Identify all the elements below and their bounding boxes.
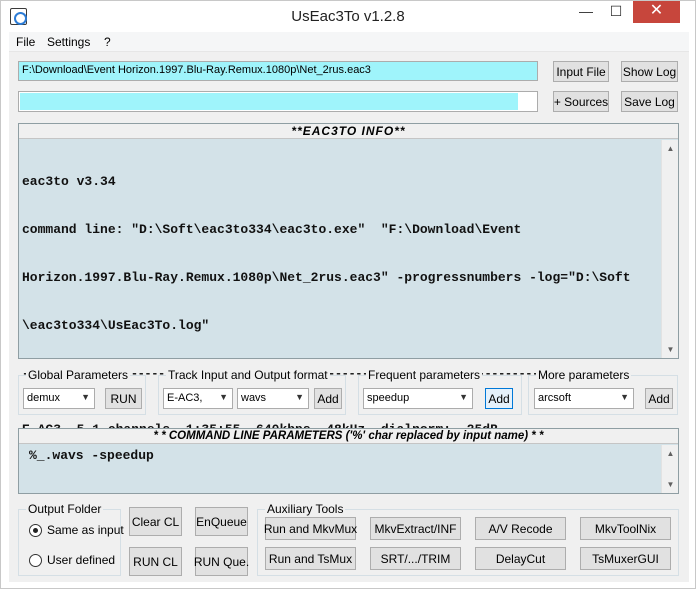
- sources-input[interactable]: [20, 93, 518, 110]
- title-bar[interactable]: UsEac3To v1.2.8 — ☐ ✕: [1, 1, 695, 32]
- minimize-button[interactable]: —: [571, 1, 601, 23]
- output-folder-group: Output Folder Same as input User defined: [18, 502, 124, 576]
- command-line-panel: * * COMMAND LINE PARAMETERS ('%' char re…: [18, 428, 679, 494]
- track-io-label: Track Input and Output format: [166, 368, 330, 382]
- info-line: command line: "D:\Soft\eac3to334\eac3to.…: [22, 222, 522, 237]
- menu-help[interactable]: ?: [104, 35, 111, 49]
- global-parameters-label: Global Parameters: [26, 368, 131, 382]
- scroll-down-icon[interactable]: ▼: [662, 476, 679, 493]
- main-window: UsEac3To v1.2.8 — ☐ ✕ File Settings ? F:…: [0, 0, 696, 589]
- mkvtoolnix-button[interactable]: MkvToolNix: [580, 517, 671, 540]
- scroll-up-icon[interactable]: ▲: [662, 445, 679, 462]
- command-line-text[interactable]: %_.wavs -speedup: [29, 448, 154, 464]
- run-queue-button[interactable]: RUN Que.: [194, 547, 249, 576]
- info-line: Horizon.1997.Blu-Ray.Remux.1080p\Net_2ru…: [22, 270, 631, 285]
- info-panel-header: **EAC3TO INFO**: [19, 124, 678, 139]
- chevron-down-icon[interactable]: ▼: [81, 392, 90, 402]
- frequent-add-button[interactable]: Add: [485, 388, 513, 409]
- command-scrollbar[interactable]: ▲ ▼: [661, 445, 678, 493]
- menu-file[interactable]: File: [16, 35, 35, 49]
- more-add-button[interactable]: Add: [645, 388, 673, 409]
- srt-trim-button[interactable]: SRT/.../TRIM: [370, 547, 461, 570]
- global-parameters-select[interactable]: demux ▼: [23, 388, 95, 409]
- more-parameters-label: More parameters: [536, 368, 632, 382]
- client-area: File Settings ? F:\Download\Event Horizo…: [9, 32, 689, 582]
- maximize-button[interactable]: ☐: [601, 1, 631, 23]
- clear-cl-button[interactable]: Clear CL: [129, 507, 182, 536]
- info-line: \eac3to334\UsEac3To.log": [22, 318, 210, 333]
- delaycut-button[interactable]: DelayCut: [475, 547, 566, 570]
- chevron-down-icon[interactable]: ▼: [295, 392, 304, 402]
- frequent-parameters-group: Frequent parameters speedup ▼ Add: [358, 368, 522, 415]
- same-as-input-label: Same as input: [47, 523, 124, 537]
- user-defined-radio[interactable]: User defined: [29, 553, 115, 567]
- track-output-value: wavs: [241, 392, 267, 404]
- info-panel-text[interactable]: eac3to v3.34 command line: "D:\Soft\eac3…: [22, 142, 631, 470]
- eac3to-info-panel: **EAC3TO INFO** eac3to v3.34 command lin…: [18, 123, 679, 437]
- tsmuxergui-button[interactable]: TsMuxerGUI: [580, 547, 671, 570]
- show-log-button[interactable]: Show Log: [621, 61, 678, 82]
- auxiliary-tools-label: Auxiliary Tools: [265, 502, 346, 516]
- user-defined-label: User defined: [47, 553, 116, 567]
- track-add-button[interactable]: Add: [314, 388, 342, 409]
- run-tsmux-button[interactable]: Run and TsMux: [265, 547, 356, 570]
- run-mkvmux-button[interactable]: Run and MkvMux: [264, 517, 357, 540]
- global-parameters-group: Global Parameters demux ▼ RUN: [18, 368, 146, 415]
- close-button[interactable]: ✕: [633, 1, 680, 23]
- enqueue-button[interactable]: EnQueue: [195, 507, 248, 536]
- more-parameters-group: More parameters arcsoft ▼ Add: [528, 368, 678, 415]
- radio-selected-icon[interactable]: [29, 523, 42, 537]
- radio-unselected-icon[interactable]: [29, 553, 42, 567]
- more-parameters-select[interactable]: arcsoft ▼: [534, 388, 634, 409]
- add-sources-button[interactable]: + Sources: [553, 91, 609, 112]
- sources-field[interactable]: [18, 91, 538, 112]
- scroll-up-icon[interactable]: ▲: [662, 140, 679, 157]
- scroll-down-icon[interactable]: ▼: [662, 341, 679, 358]
- input-file-button[interactable]: Input File: [553, 61, 609, 82]
- save-log-button[interactable]: Save Log: [621, 91, 678, 112]
- menu-settings[interactable]: Settings: [47, 35, 90, 49]
- info-scrollbar[interactable]: ▲ ▼: [661, 140, 678, 358]
- more-parameters-value: arcsoft: [538, 392, 572, 404]
- input-file-path[interactable]: F:\Download\Event Horizon.1997.Blu-Ray.R…: [18, 61, 538, 81]
- mkvextract-button[interactable]: MkvExtract/INF: [370, 517, 461, 540]
- global-parameters-value: demux: [27, 392, 61, 404]
- chevron-down-icon[interactable]: ▼: [459, 392, 468, 402]
- run-cl-button[interactable]: RUN CL: [129, 547, 182, 576]
- info-line: eac3to v3.34: [22, 174, 116, 189]
- run-button[interactable]: RUN: [105, 388, 142, 409]
- command-panel-header: * * COMMAND LINE PARAMETERS ('%' char re…: [19, 429, 678, 444]
- track-output-select[interactable]: wavs ▼: [237, 388, 309, 409]
- av-recode-button[interactable]: A/V Recode: [475, 517, 566, 540]
- same-as-input-radio[interactable]: Same as input: [29, 523, 124, 537]
- track-input-value: E-AC3,: [167, 392, 203, 404]
- chevron-down-icon[interactable]: ▼: [620, 392, 629, 402]
- output-folder-label: Output Folder: [26, 502, 104, 516]
- track-io-group: Track Input and Output format E-AC3, ▼ w…: [158, 368, 346, 415]
- chevron-down-icon[interactable]: ▼: [219, 392, 228, 402]
- frequent-parameters-label: Frequent parameters: [366, 368, 483, 382]
- menu-bar: File Settings ?: [9, 32, 689, 52]
- track-input-select[interactable]: E-AC3, ▼: [163, 388, 233, 409]
- frequent-parameters-value: speedup: [367, 392, 410, 404]
- frequent-parameters-select[interactable]: speedup ▼: [363, 388, 473, 409]
